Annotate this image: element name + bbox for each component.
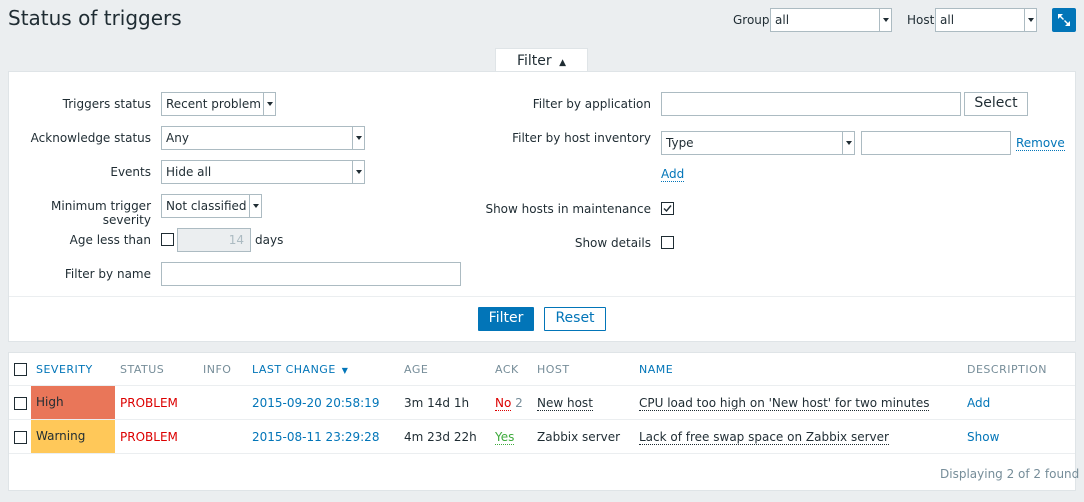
- row-1-name[interactable]: CPU load too high on 'New host' for two …: [639, 396, 930, 411]
- row-1-age: 3m 14d 1h: [404, 396, 470, 410]
- group-select-value: all: [775, 13, 790, 27]
- column-severity[interactable]: SEVERITY: [36, 363, 93, 376]
- row-2-host[interactable]: Zabbix server: [537, 430, 620, 444]
- column-name[interactable]: NAME: [639, 363, 673, 376]
- row-2-age: 4m 23d 22h: [404, 430, 477, 444]
- chevron-down-icon: [249, 195, 261, 217]
- group-label: Group: [733, 13, 770, 27]
- checkmark-icon: [663, 205, 672, 213]
- column-host: HOST: [537, 363, 570, 376]
- show-maintenance-label: Show hosts in maintenance: [485, 202, 651, 216]
- row-2-last-change[interactable]: 2015-08-11 23:29:28: [252, 430, 379, 444]
- min-severity-select[interactable]: Not classified: [161, 194, 262, 218]
- column-last-change[interactable]: LAST CHANGE ▼: [252, 363, 348, 376]
- column-description: DESCRIPTION: [967, 363, 1047, 376]
- triggers-status-value: Recent problem: [166, 97, 261, 111]
- row-1-status: PROBLEM: [120, 396, 178, 410]
- column-last-change-label: LAST CHANGE: [252, 363, 336, 376]
- age-less-than-label: Age less than: [69, 233, 151, 247]
- group-select[interactable]: all: [770, 8, 892, 32]
- host-select-value: all: [940, 13, 955, 27]
- host-inventory-value-input[interactable]: [861, 131, 1011, 155]
- show-details-checkbox[interactable]: [661, 236, 674, 249]
- column-status: STATUS: [120, 363, 165, 376]
- select-all-checkbox[interactable]: [14, 363, 27, 376]
- filter-tab[interactable]: Filter ▲: [495, 48, 588, 72]
- host-inventory-field-select[interactable]: Type: [661, 131, 855, 155]
- fullscreen-icon: [1058, 14, 1070, 26]
- chevron-down-icon: [263, 93, 275, 115]
- host-inventory-add-link[interactable]: Add: [661, 167, 685, 182]
- chevron-down-icon: [352, 127, 364, 149]
- select-application-button[interactable]: Select: [964, 92, 1028, 116]
- sort-desc-icon: ▼: [341, 366, 349, 375]
- events-value: Hide all: [166, 165, 212, 179]
- column-age: AGE: [404, 363, 429, 376]
- row-2-ack-value[interactable]: Yes: [495, 430, 515, 445]
- filter-by-application-label: Filter by application: [532, 97, 651, 111]
- triggers-status-label: Triggers status: [62, 97, 151, 111]
- acknowledge-status-label: Acknowledge status: [30, 131, 151, 145]
- age-days-input[interactable]: 14: [177, 228, 251, 252]
- filter-by-name-input[interactable]: [161, 262, 461, 286]
- table-footer-count: Displaying 2 of 2 found: [940, 467, 1080, 481]
- filter-by-name-label: Filter by name: [64, 267, 151, 281]
- host-label: Host: [907, 13, 935, 27]
- row-1-ack-count: 2: [515, 396, 523, 410]
- host-inventory-field-value: Type: [666, 136, 694, 150]
- row-1-description[interactable]: Add: [967, 396, 990, 410]
- age-less-than-checkbox[interactable]: [161, 233, 174, 246]
- host-inventory-remove-link[interactable]: Remove: [1016, 136, 1065, 151]
- row-divider: [9, 453, 1075, 454]
- chevron-down-icon: [1024, 9, 1036, 31]
- chevron-down-icon: [842, 132, 854, 154]
- triangle-up-icon: ▲: [559, 58, 567, 68]
- row-2-checkbox[interactable]: [14, 431, 27, 444]
- events-select[interactable]: Hide all: [161, 160, 365, 184]
- row-1-last-change[interactable]: 2015-09-20 20:58:19: [252, 396, 379, 410]
- row-2-name[interactable]: Lack of free swap space on Zabbix server: [639, 430, 889, 445]
- acknowledge-status-value: Any: [166, 131, 189, 145]
- filter-by-application-input[interactable]: [661, 92, 961, 116]
- severity-cell-warning: Warning: [31, 420, 115, 453]
- acknowledge-status-select[interactable]: Any: [161, 126, 365, 150]
- show-details-label: Show details: [574, 236, 651, 250]
- age-unit-label: days: [255, 233, 284, 247]
- column-ack: ACK: [495, 363, 519, 376]
- row-1-checkbox[interactable]: [14, 397, 27, 410]
- row-1-ack-value[interactable]: No: [495, 396, 512, 411]
- row-divider: [9, 385, 1075, 386]
- host-inventory-label: Filter by host inventory: [512, 131, 651, 145]
- filter-tab-label: Filter: [516, 53, 552, 69]
- row-2-description[interactable]: Show: [967, 430, 999, 444]
- filter-divider: [9, 296, 1075, 297]
- fullscreen-button[interactable]: [1052, 8, 1076, 32]
- filter-button[interactable]: Filter: [478, 307, 534, 331]
- row-1-host[interactable]: New host: [537, 396, 593, 411]
- min-severity-value: Not classified: [166, 199, 247, 213]
- row-divider: [9, 419, 1075, 420]
- row-2-status: PROBLEM: [120, 430, 178, 444]
- chevron-down-icon: [879, 9, 891, 31]
- page-title: Status of triggers: [8, 6, 182, 30]
- row-1-ack[interactable]: No 2: [495, 396, 523, 411]
- show-maintenance-checkbox[interactable]: [661, 202, 674, 215]
- min-severity-label: Minimum trigger severity: [51, 199, 151, 227]
- reset-button[interactable]: Reset: [544, 307, 606, 331]
- host-select[interactable]: all: [935, 8, 1037, 32]
- triggers-status-select[interactable]: Recent problem: [161, 92, 276, 116]
- severity-cell-high: High: [31, 386, 115, 419]
- events-label: Events: [110, 165, 151, 179]
- chevron-down-icon: [352, 161, 364, 183]
- column-info: INFO: [203, 363, 232, 376]
